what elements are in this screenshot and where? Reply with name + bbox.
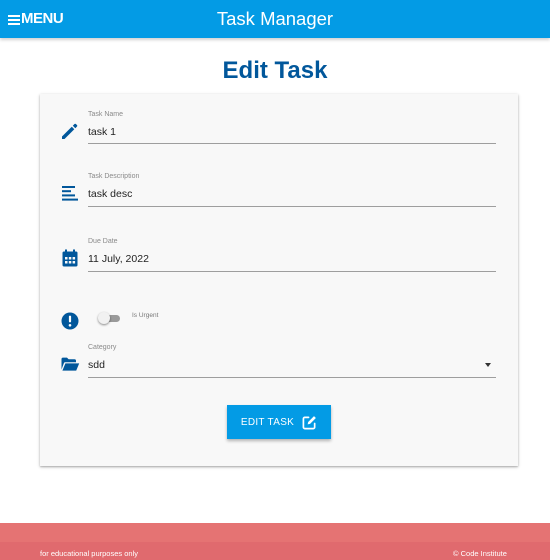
is-urgent-toggle[interactable] bbox=[98, 312, 120, 324]
folder-open-icon bbox=[61, 357, 80, 371]
category-field[interactable]: Category sdd bbox=[40, 334, 518, 384]
task-name-field[interactable]: Task Name task 1 bbox=[40, 94, 518, 154]
footer-note: for educational purposes only bbox=[40, 549, 138, 558]
exclamation-circle-icon bbox=[61, 312, 79, 330]
due-date-label: Due Date bbox=[88, 238, 118, 245]
category-label: Category bbox=[88, 344, 117, 351]
task-name-underline bbox=[88, 143, 496, 144]
toggle-knob bbox=[98, 312, 110, 324]
category-underline bbox=[88, 377, 496, 378]
task-description-field[interactable]: Task Description task desc bbox=[40, 156, 518, 216]
align-left-icon bbox=[62, 186, 78, 201]
page-title: Edit Task bbox=[222, 57, 328, 84]
page-footer: for educational purposes only © Code Ins… bbox=[0, 523, 550, 560]
edit-task-button[interactable]: EDIT TASK bbox=[227, 405, 331, 439]
task-name-label: Task Name bbox=[88, 111, 124, 118]
top-navbar: MENU Task Manager bbox=[0, 0, 550, 38]
due-date-input[interactable]: 11 July, 2022 bbox=[88, 253, 149, 265]
dropdown-caret-icon[interactable] bbox=[485, 363, 491, 367]
calendar-icon bbox=[62, 249, 78, 267]
task-description-underline bbox=[88, 206, 496, 207]
is-urgent-label: Is Urgent bbox=[132, 312, 159, 319]
edit-task-button-label: EDIT TASK bbox=[240, 416, 295, 428]
brand-logo[interactable]: Task Manager bbox=[0, 7, 550, 31]
category-select[interactable]: sdd bbox=[88, 359, 105, 371]
task-description-label: Task Description bbox=[88, 173, 140, 180]
task-description-input[interactable]: task desc bbox=[88, 188, 132, 200]
edit-task-form-card: Task Name task 1 Task Description task d… bbox=[40, 94, 518, 466]
due-date-underline bbox=[88, 271, 496, 272]
task-name-input[interactable]: task 1 bbox=[88, 126, 116, 138]
edit-icon bbox=[302, 415, 317, 429]
pencil-icon bbox=[62, 123, 78, 139]
footer-copyright: © Code Institute bbox=[453, 549, 507, 558]
due-date-field[interactable]: Due Date 11 July, 2022 bbox=[40, 218, 518, 278]
